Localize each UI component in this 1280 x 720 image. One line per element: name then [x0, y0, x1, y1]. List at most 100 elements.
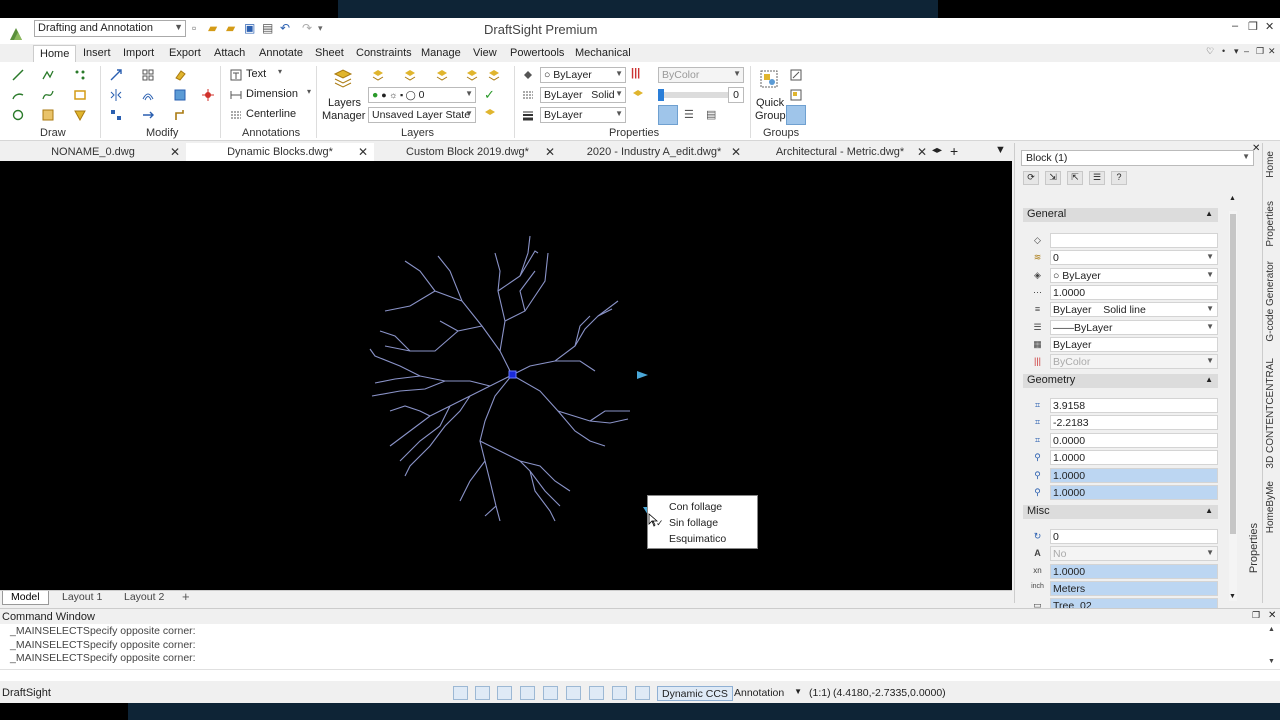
section-general[interactable]: General ▲	[1023, 208, 1218, 222]
group-edit-icon[interactable]	[790, 69, 802, 81]
new-file-icon[interactable]: ▫	[192, 21, 196, 35]
open-folder-icon[interactable]: ▰	[208, 21, 217, 35]
select-objects-icon[interactable]: ⇲	[1045, 171, 1061, 185]
quick-group-icon[interactable]	[760, 70, 778, 88]
transparency-value[interactable]: 0	[728, 87, 744, 103]
explode-star-icon[interactable]	[202, 89, 214, 101]
spline-icon[interactable]	[42, 89, 54, 101]
hatch-icon[interactable]	[42, 109, 54, 121]
color-fill-icon[interactable]	[522, 69, 534, 81]
quick-input-icon[interactable]	[635, 686, 650, 700]
block-icon[interactable]	[174, 89, 186, 101]
tab-layout-1[interactable]: Layout 1	[54, 591, 110, 605]
scroll-down-icon[interactable]: ▼	[1229, 593, 1236, 600]
copy-properties-icon[interactable]: ▤	[706, 108, 716, 121]
doc-restore-icon[interactable]: ❐	[1256, 46, 1264, 57]
field-handle[interactable]	[1050, 233, 1218, 248]
dimension-dropdown-icon[interactable]: ▾	[307, 87, 311, 96]
quick-select-icon[interactable]: ⇱	[1067, 171, 1083, 185]
doc-tab-custom-block[interactable]: Custom Block 2019.dwg* ✕	[374, 143, 561, 161]
properties-scrollbar[interactable]	[1229, 211, 1237, 601]
move-icon[interactable]	[110, 69, 122, 81]
redo-icon[interactable]: ↷	[302, 21, 312, 35]
toggle-pickadd-icon[interactable]: ⟳	[1023, 171, 1039, 185]
tab-model[interactable]: Model	[2, 591, 49, 605]
field-linestyle[interactable]: ByLayer Solid line ▼	[1050, 302, 1218, 317]
workspace-select[interactable]: Drafting and Annotation ▼	[34, 20, 186, 37]
close-icon[interactable]: ✕	[1268, 610, 1276, 621]
eraser-icon[interactable]	[174, 69, 186, 81]
float-icon[interactable]: ❐	[1252, 610, 1260, 621]
layer-tool-5-icon[interactable]	[488, 69, 500, 81]
drawing-canvas[interactable]: Con follage ✓ Sin follage Esquimatico	[0, 161, 1012, 590]
snap-icon[interactable]	[453, 686, 468, 700]
field-unit-factor[interactable]: 1.0000	[1050, 564, 1218, 579]
ctx-item-con-follage[interactable]: Con follage	[669, 501, 722, 513]
offset-icon[interactable]	[142, 89, 154, 101]
tab-home[interactable]: Home	[33, 45, 77, 62]
tab-attach[interactable]: Attach	[208, 45, 251, 62]
section-misc[interactable]: Misc ▲	[1023, 505, 1218, 519]
doc-minimize-icon[interactable]: –	[1244, 46, 1249, 56]
ribbon-dropdown-icon[interactable]: ▾	[1234, 46, 1239, 57]
stretch-grip-right[interactable]	[637, 371, 648, 379]
line-icon[interactable]	[12, 69, 24, 81]
scroll-down-icon[interactable]: ▼	[1268, 658, 1275, 665]
doc-tab-noname[interactable]: NONAME_0.dwg ✕	[0, 143, 186, 161]
help-icon[interactable]: ?	[1111, 171, 1127, 185]
text-dropdown-icon[interactable]: ▾	[278, 67, 282, 76]
close-icon[interactable]: ✕	[1265, 20, 1274, 33]
vtab-gcode-generator[interactable]: G-code Generator	[1265, 261, 1276, 342]
field-position-y[interactable]: -2.2183	[1050, 415, 1218, 430]
field-layer[interactable]: 0 ▼	[1050, 250, 1218, 265]
options-icon[interactable]: •	[1222, 46, 1225, 56]
selection-select[interactable]: Block (1) ▼	[1021, 150, 1254, 166]
transparency-slider[interactable]	[658, 89, 728, 101]
tab-sheet[interactable]: Sheet	[309, 45, 350, 62]
explode-icon[interactable]	[110, 109, 122, 121]
field-units[interactable]: Meters	[1050, 581, 1218, 596]
rectangle-icon[interactable]	[74, 89, 86, 101]
points-icon[interactable]	[74, 69, 86, 81]
group-selection-toggle-icon[interactable]	[786, 105, 806, 125]
entity-snap-icon[interactable]	[566, 686, 581, 700]
layers-manager-icon[interactable]	[333, 68, 353, 88]
mirror-icon[interactable]	[110, 89, 122, 101]
layer-tool-1-icon[interactable]	[372, 69, 384, 81]
polar-icon[interactable]	[543, 686, 558, 700]
tab-view[interactable]: View	[467, 45, 503, 62]
section-geometry[interactable]: Geometry ▲	[1023, 374, 1218, 388]
save-icon[interactable]: ▣	[244, 21, 255, 35]
vtab-3d-contentcentral[interactable]: 3D CONTENTCENTRAL	[1265, 358, 1276, 469]
undo-icon[interactable]: ↶	[280, 21, 290, 35]
scroll-up-icon[interactable]: ▲	[1268, 626, 1275, 633]
tab-powertools[interactable]: Powertools	[504, 45, 570, 62]
layer-tool-4-icon[interactable]	[466, 69, 478, 81]
filter-icon[interactable]: ☰	[1089, 171, 1105, 185]
properties-toggle-icon[interactable]	[658, 105, 678, 125]
field-rotation[interactable]: 0	[1050, 529, 1218, 544]
field-position-z[interactable]: 0.0000	[1050, 433, 1218, 448]
quick-access-dropdown-icon[interactable]: ▾	[318, 23, 323, 34]
vtab-properties[interactable]: Properties	[1265, 201, 1276, 247]
close-icon[interactable]: ✕	[358, 145, 368, 159]
close-icon[interactable]: ✕	[170, 145, 180, 159]
doc-close-icon[interactable]: ✕	[1268, 46, 1276, 57]
layer-state-select[interactable]: Unsaved Layer State ▼	[368, 107, 476, 123]
group-manager-icon[interactable]	[790, 89, 802, 101]
block-insertion-grip[interactable]	[508, 370, 517, 379]
field-scale-x[interactable]: 1.0000	[1050, 450, 1218, 465]
match-properties-icon[interactable]	[174, 109, 186, 121]
field-lineweight[interactable]: ——ByLayer ▼	[1050, 320, 1218, 335]
linestyle-icon[interactable]	[522, 89, 534, 101]
scroll-up-icon[interactable]: ▲	[1229, 195, 1236, 202]
dimension-icon[interactable]	[230, 89, 242, 101]
lineweight-select[interactable]: ByLayer ▼	[540, 107, 626, 123]
field-transparency[interactable]: ByLayer	[1050, 337, 1218, 352]
checkmark-icon[interactable]: ✓	[484, 87, 495, 103]
transparency-slider-thumb[interactable]	[658, 89, 664, 101]
tab-list-icon[interactable]: ▼	[995, 144, 1006, 156]
entity-track-icon[interactable]	[589, 686, 604, 700]
field-linescale[interactable]: 1.0000	[1050, 285, 1218, 300]
tab-annotate[interactable]: Annotate	[253, 45, 309, 62]
